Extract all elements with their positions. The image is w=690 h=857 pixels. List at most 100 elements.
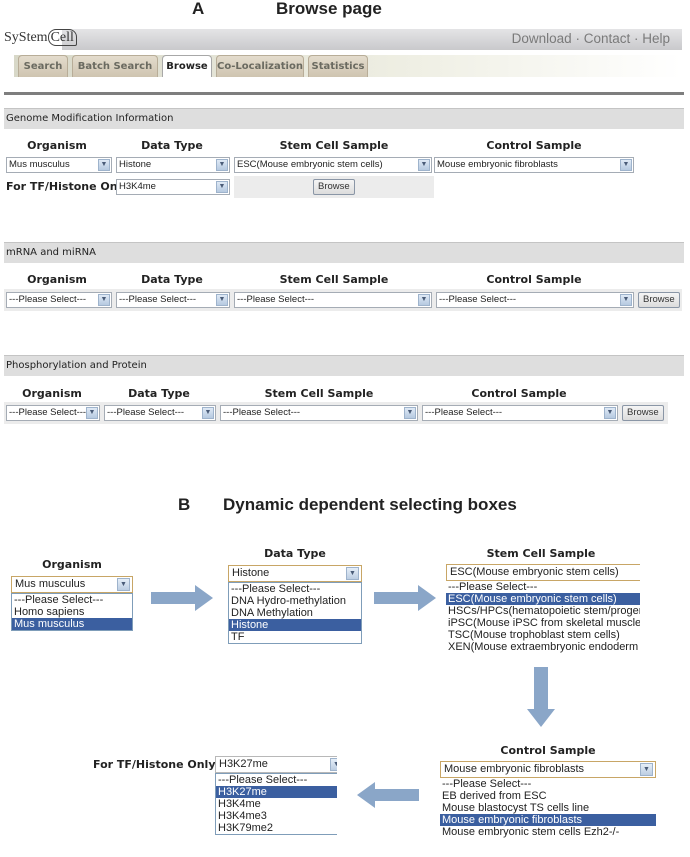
dropdown-option[interactable]: Mouse blastocyst TS cells line (440, 802, 656, 814)
organism-dropdown[interactable]: Mus musculus ▼ (11, 576, 133, 593)
dropdown-option[interactable]: DNA Methylation (229, 607, 361, 619)
tab-browse[interactable]: Browse (162, 55, 212, 77)
dropdown-option[interactable]: ---Please Select--- (12, 594, 132, 606)
chevron-down-icon: ▼ (640, 763, 653, 776)
stem-cell-column-header: Stem Cell Sample (279, 139, 389, 152)
tab-co-localization[interactable]: Co-Localization (216, 55, 304, 77)
dropdown-option[interactable]: XEN(Mouse extraembryonic endoderm (446, 641, 640, 653)
dropdown-option[interactable]: Mus musculus (12, 618, 132, 630)
chevron-down-icon: ▼ (216, 294, 228, 306)
mrna-stem-cell-select[interactable]: ---Please Select--- ▼ (234, 292, 432, 308)
dropdown-option[interactable]: ---Please Select--- (446, 581, 640, 593)
dropdown-option[interactable]: Histone (229, 619, 361, 631)
chevron-down-icon: ▼ (202, 407, 214, 419)
mrna-browse-button[interactable]: Browse (638, 292, 680, 308)
dropdown-option[interactable]: Mouse embryonic stem cells Ezh2-/- (440, 826, 656, 838)
selected-value: ESC(Mouse embryonic stem cells) (450, 566, 619, 578)
tf-histone-label: For TF/Histone Only (6, 180, 129, 193)
chevron-down-icon: ▼ (604, 407, 616, 419)
dropdown-option[interactable]: H3K79me2 (216, 822, 337, 834)
phospho-browse-button[interactable]: Browse (622, 405, 664, 421)
chevron-down-icon: ▼ (98, 159, 110, 171)
dropdown-option[interactable]: H3K27me (216, 786, 337, 798)
left-arrow-icon (357, 782, 419, 812)
chevron-down-icon: ▼ (330, 758, 337, 771)
selected-value: ---Please Select--- (425, 407, 503, 418)
dropdown-option[interactable]: ---Please Select--- (229, 583, 361, 595)
dropdown-option[interactable]: iPSC(Mouse iPSC from skeletal muscle (446, 617, 640, 629)
chevron-down-icon: ▼ (418, 159, 430, 171)
stem-cell-dropdown[interactable]: ESC(Mouse embryonic stem cells) (446, 564, 640, 581)
selected-value: ---Please Select--- (119, 294, 197, 305)
logo[interactable]: SyStem Cell (4, 29, 77, 46)
control-dropdown[interactable]: Mouse embryonic fibroblasts ▼ (440, 761, 656, 778)
dropdown-option[interactable]: ---Please Select--- (216, 774, 337, 786)
contact-link[interactable]: Contact (584, 31, 631, 46)
dropdown-option[interactable]: EB derived from ESC (440, 790, 656, 802)
right-arrow-icon (374, 585, 436, 615)
link-separator: · (630, 31, 643, 46)
chevron-down-icon: ▼ (418, 294, 430, 306)
tab-batch-search[interactable]: Batch Search (72, 55, 158, 77)
download-link[interactable]: Download (512, 31, 572, 46)
dropdown-option[interactable]: HSCs/HPCs(hematopoietic stem/progen (446, 605, 640, 617)
tab-search[interactable]: Search (18, 55, 68, 77)
chevron-down-icon: ▼ (620, 294, 632, 306)
panel-a-title: Browse page (276, 0, 382, 18)
mrna-control-select[interactable]: ---Please Select--- ▼ (436, 292, 634, 308)
selected-value: ---Please Select--- (223, 407, 301, 418)
phospho-data-type-select[interactable]: ---Please Select--- ▼ (104, 405, 216, 421)
organism-column-header: Organism (27, 273, 87, 286)
selected-value: H3K27me (219, 758, 268, 770)
link-separator: · (571, 31, 584, 46)
data-type-options-list: ---Please Select--- DNA Hydro-methylation… (228, 582, 362, 644)
data-type-column-header: Data Type (128, 387, 190, 400)
organism-column-header: Organism (22, 387, 82, 400)
genome-organism-select[interactable]: Mus musculus ▼ (6, 157, 112, 173)
tf-histone-dropdown[interactable]: H3K27me ▼ (215, 756, 337, 773)
phospho-stem-cell-select[interactable]: ---Please Select--- ▼ (220, 405, 418, 421)
right-arrow-icon (151, 585, 213, 615)
tf-histone-dropdown-label: For TF/Histone Only (93, 758, 216, 771)
chevron-down-icon: ▼ (346, 567, 359, 580)
dropdown-option[interactable]: H3K4me (216, 798, 337, 810)
stem-cell-options-list: ---Please Select--- ESC(Mouse embryonic s… (446, 581, 640, 653)
dropdown-option[interactable]: ESC(Mouse embryonic stem cells) (446, 593, 640, 605)
divider (4, 92, 684, 95)
selected-value: ---Please Select--- (439, 294, 517, 305)
tab-statistics[interactable]: Statistics (308, 55, 368, 77)
chevron-down-icon: ▼ (216, 181, 228, 193)
genome-stem-cell-select[interactable]: ESC(Mouse embryonic stem cells) ▼ (234, 157, 432, 173)
data-type-dropdown-label: Data Type (264, 547, 326, 560)
genome-control-select[interactable]: Mouse embryonic fibroblasts ▼ (434, 157, 634, 173)
chevron-down-icon: ▼ (117, 578, 130, 591)
logo-prefix: SyStem (4, 30, 48, 45)
dropdown-option[interactable]: H3K4me3 (216, 810, 337, 822)
selected-value: ESC(Mouse embryonic stem cells) (237, 159, 383, 170)
mrna-data-type-select[interactable]: ---Please Select--- ▼ (116, 292, 230, 308)
selected-value: Mus musculus (15, 578, 86, 590)
dropdown-option[interactable]: Homo sapiens (12, 606, 132, 618)
control-column-header: Control Sample (486, 139, 582, 152)
selected-value: ---Please Select--- (9, 294, 87, 305)
top-links: Download · Contact · Help (512, 31, 670, 46)
mrna-organism-select[interactable]: ---Please Select--- ▼ (6, 292, 112, 308)
selected-value: Mouse embryonic fibroblasts (444, 763, 585, 775)
genome-tf-histone-select[interactable]: H3K4me ▼ (116, 179, 230, 195)
phospho-control-select[interactable]: ---Please Select--- ▼ (422, 405, 618, 421)
genome-browse-button[interactable]: Browse (313, 179, 355, 195)
phospho-organism-select[interactable]: ---Please Select--- ▼ (6, 405, 100, 421)
dropdown-option[interactable]: DNA Hydro-methylation (229, 595, 361, 607)
data-type-dropdown[interactable]: Histone ▼ (228, 565, 362, 582)
stem-cell-column-header: Stem Cell Sample (279, 273, 389, 286)
help-link[interactable]: Help (642, 31, 670, 46)
down-arrow-icon (527, 667, 555, 731)
dropdown-option[interactable]: TF (229, 631, 361, 643)
dropdown-option[interactable]: Mouse embryonic fibroblasts (440, 814, 656, 826)
dropdown-option[interactable]: ---Please Select--- (440, 778, 656, 790)
data-type-column-header: Data Type (141, 273, 203, 286)
selected-value: ---Please Select--- (9, 407, 87, 418)
dropdown-option[interactable]: TSC(Mouse trophoblast stem cells) (446, 629, 640, 641)
genome-data-type-select[interactable]: Histone ▼ (116, 157, 230, 173)
chevron-down-icon: ▼ (98, 294, 110, 306)
